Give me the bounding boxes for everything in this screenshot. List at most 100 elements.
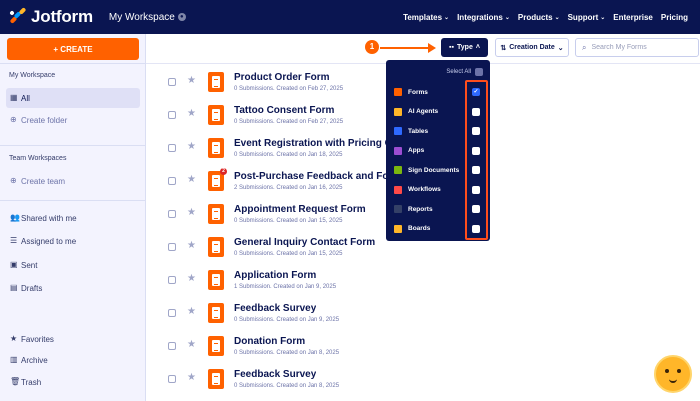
form-title[interactable]: Application Form [234,270,316,281]
annotation-arrow-head [428,43,436,53]
star-icon[interactable]: ★ [187,174,196,185]
row-checkbox[interactable] [168,78,176,86]
plus-circle-icon: ⊕ [10,115,17,124]
sidebar-item-label: All [21,93,30,103]
row-checkbox[interactable] [168,144,176,152]
form-title[interactable]: Event Registration with Pricing Options [234,138,389,149]
star-icon[interactable]: ★ [187,339,196,350]
form-title[interactable]: Feedback Survey [234,303,316,314]
form-row[interactable]: ★ Donation Form 0 Submissions. Created on … [146,331,700,364]
star-icon[interactable]: ★ [187,207,196,218]
form-icon [208,72,224,92]
sidebar-item-assigned[interactable]: ☰ Assigned to me [6,231,140,251]
form-meta: 0 Submissions. Created on Jan 8, 2025 [234,350,340,356]
form-title[interactable]: Feedback Survey [234,369,316,380]
chevron-down-icon: ⌄ [554,14,560,21]
sidebar-item-label: Shared with me [21,213,77,223]
form-meta: 0 Submissions. Created on Feb 27, 2025 [234,119,344,125]
star-icon[interactable]: ★ [187,108,196,119]
star-icon[interactable]: ★ [187,141,196,152]
search-icon: ⌕ [582,42,587,52]
star-icon[interactable]: ★ [187,372,196,383]
tables-icon [394,127,402,135]
row-checkbox[interactable] [168,177,176,185]
archive-icon: ▥ [10,355,18,364]
workspace-info-icon: ● [177,13,186,21]
star-icon[interactable]: ★ [187,240,196,251]
logo-text: Jotform [31,7,93,26]
sidebar-item-create-folder[interactable]: ⊕ Create folder [6,110,140,130]
sort-icon: ⇅ [500,44,507,52]
workspace-title[interactable]: My Workspace ● [109,12,186,23]
form-title[interactable]: General Inquiry Contact Form [234,237,375,248]
form-row[interactable]: ★ Application Form 1 Submission. Created o… [146,265,700,298]
select-all-checkbox[interactable] [475,68,483,76]
chevron-down-icon: ⌄ [557,44,564,52]
star-icon: ★ [10,334,18,343]
row-checkbox[interactable] [168,210,176,218]
sidebar-item-shared[interactable]: 👥 Shared with me [6,208,140,228]
form-meta: 0 Submissions. Created on Jan 18, 2025 [234,152,343,158]
forms-icon [394,88,402,96]
sidebar-item-favorites[interactable]: ★ Favorites [6,329,140,349]
row-checkbox[interactable] [168,276,176,284]
nav-integrations[interactable]: Integrations ⌄ [457,13,510,22]
sidebar-item-label: Assigned to me [21,236,77,246]
form-title[interactable]: Donation Form [234,336,305,347]
row-checkbox[interactable] [168,375,176,383]
star-icon[interactable]: ★ [187,75,196,86]
checkbox-highlight-box [465,80,488,240]
sidebar-item-trash[interactable]: 🗑 Trash [6,372,140,392]
nav-enterprise[interactable]: Enterprise [613,13,653,22]
chevron-down-icon: ⌄ [600,14,606,21]
sidebar-item-label: Trash [21,377,42,387]
row-checkbox[interactable] [168,243,176,251]
annotation-arrow [380,47,432,49]
row-checkbox[interactable] [168,342,176,350]
sidebar-item-create-team[interactable]: ⊕ Create team [6,171,140,191]
form-title[interactable]: Post-Purchase Feedback and Follow-Up [234,171,389,182]
workflows-icon [394,185,402,194]
select-all[interactable]: Select All [446,68,483,76]
search-input[interactable] [591,44,692,51]
sidebar-item-label: Sent [21,260,38,270]
form-title[interactable]: Appointment Request Form [234,204,366,215]
sidebar-item-all[interactable]: ▦ All [6,88,140,108]
nav-support[interactable]: Support ⌄ [568,13,606,22]
form-title[interactable]: Product Order Form [234,72,330,83]
sidebar-item-sent[interactable]: ▣ Sent [6,255,140,275]
ai-agents-icon [394,107,402,116]
row-checkbox[interactable] [168,309,176,317]
nav-templates[interactable]: Templates ⌄ [403,13,449,22]
form-meta: 0 Submissions. Created on Jan 15, 2025 [234,218,343,224]
nav-pricing[interactable]: Pricing [661,13,688,22]
chevron-down-icon: ⌄ [504,14,510,21]
type-option-label: Workflows [408,186,441,193]
step-marker: 1 [365,40,379,54]
form-meta: 1 Submission. Created on Jan 9, 2025 [234,284,337,290]
search-box[interactable]: ⌕ [575,38,699,57]
users-icon: 👥 [10,213,20,222]
type-filter-button[interactable]: ▪▪ Type ˄ [441,38,488,57]
row-checkbox[interactable] [168,111,176,119]
sidebar-item-archive[interactable]: ▥ Archive [6,350,140,370]
main-nav: Templates ⌄ Integrations ⌄ Products ⌄ Suppo… [403,0,688,34]
form-title[interactable]: Tattoo Consent Form [234,105,334,116]
sort-creation-date-button[interactable]: ⇅ Creation Date ⌄ [495,38,569,57]
sidebar-item-label: Archive [21,355,48,365]
create-button[interactable]: + CREATE [7,38,139,60]
form-meta: 0 Submissions. Created on Jan 8, 2025 [234,383,340,389]
nav-products[interactable]: Products ⌄ [518,13,560,22]
grid-icon: ▦ [10,93,18,102]
sidebar-item-drafts[interactable]: ▤ Drafts [6,278,140,298]
assistant-avatar-icon[interactable] [654,355,692,393]
form-row[interactable]: ★ Feedback Survey 0 Submissions. Created o… [146,364,700,397]
reports-icon [394,205,402,213]
form-icon [208,336,224,356]
sign-documents-icon [394,166,402,174]
form-row[interactable]: ★ Feedback Survey 0 Submissions. Created o… [146,298,700,331]
divider [0,200,146,201]
jotform-logo[interactable]: Jotform [9,7,93,27]
star-icon[interactable]: ★ [187,306,196,317]
star-icon[interactable]: ★ [187,273,196,284]
